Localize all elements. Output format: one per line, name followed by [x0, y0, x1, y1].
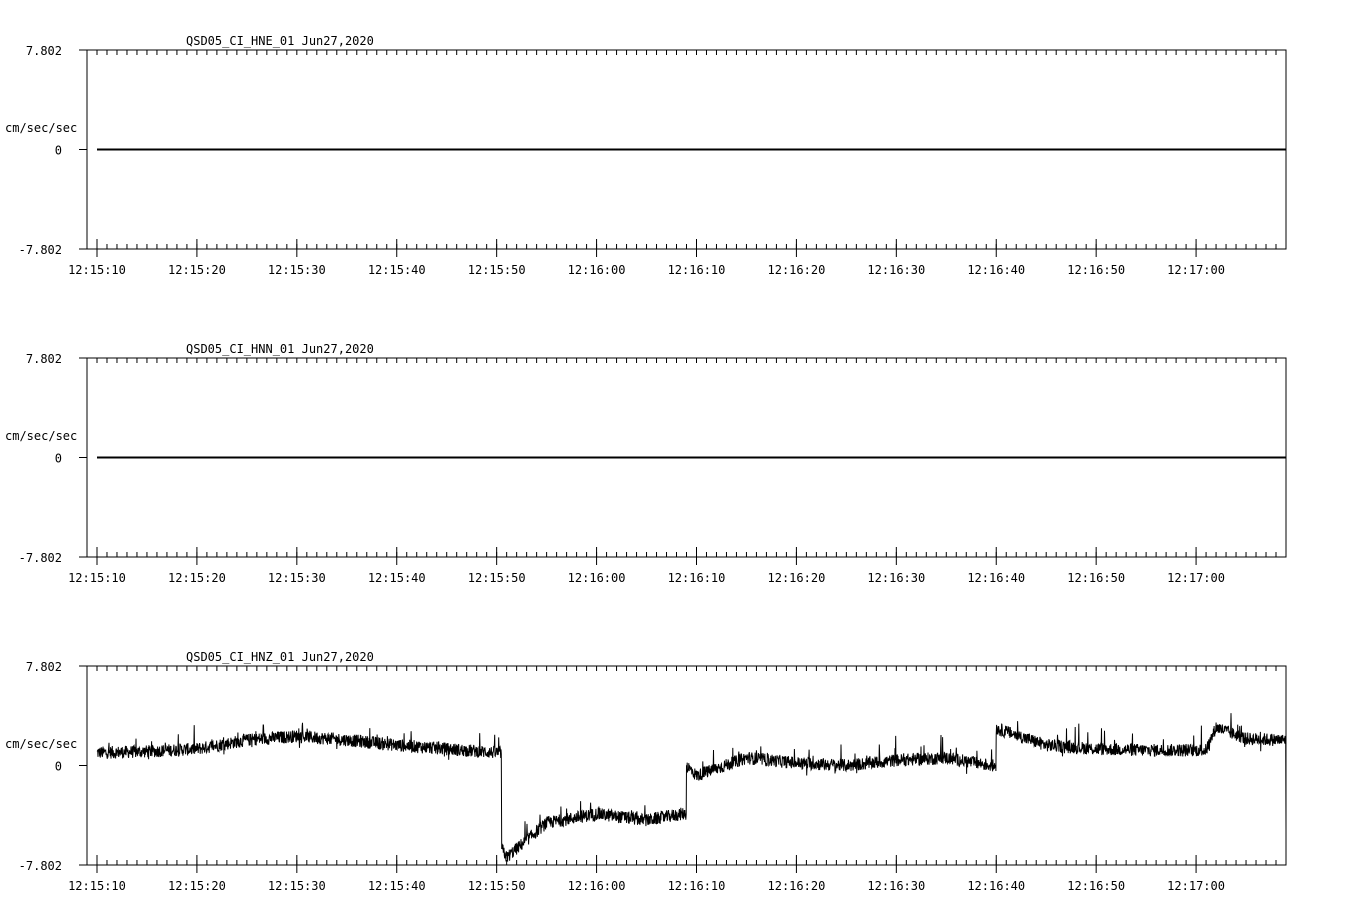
- x-tick-label: 12:16:20: [768, 571, 826, 585]
- x-tick-label: 12:16:40: [967, 263, 1025, 277]
- chart-panel-2: 12:15:10 12:15:20 12:15:30 12:15:40 12:15:50…: [5, 342, 1287, 585]
- x-tick-label: 12:17:00: [1167, 263, 1225, 277]
- x-tick-label: 12:17:00: [1167, 571, 1225, 585]
- x-tick-label: 12:16:10: [668, 879, 726, 893]
- y-min-label: -7.802: [19, 859, 62, 873]
- y-zero-label: 0: [55, 452, 62, 466]
- x-tick-label: 12:15:40: [368, 571, 426, 585]
- x-tick-label: 12:16:00: [568, 263, 626, 277]
- x-tick-label: 12:15:10: [68, 879, 126, 893]
- x-tick-label: 12:15:30: [268, 879, 326, 893]
- x-tick-label: 12:16:50: [1067, 571, 1125, 585]
- x-tick-label: 12:16:30: [867, 263, 925, 277]
- y-zero-label: 0: [55, 144, 62, 158]
- chart-panel-3: 12:15:10 12:15:20 12:15:30 12:15:40 12:15:50…: [5, 650, 1287, 893]
- y-units-label: cm/sec/sec: [5, 737, 77, 751]
- y-max-label: 7.802: [26, 352, 62, 366]
- x-tick-label: 12:16:40: [967, 879, 1025, 893]
- seismogram-figure: 12:15:10 12:15:20 12:15:30 12:15:40 12:15:50…: [5, 34, 1287, 893]
- x-tick-label: 12:15:50: [468, 263, 526, 277]
- x-tick-label: 12:15:20: [168, 571, 226, 585]
- y-units-label: cm/sec/sec: [5, 429, 77, 443]
- y-max-label: 7.802: [26, 44, 62, 58]
- panel-title: QSD05_CI_HNE_01 Jun27,2020: [186, 34, 374, 48]
- x-tick-label: 12:16:00: [568, 571, 626, 585]
- x-tick-label: 12:15:30: [268, 263, 326, 277]
- x-tick-label: 12:15:10: [68, 571, 126, 585]
- x-tick-label: 12:16:20: [768, 879, 826, 893]
- x-tick-label: 12:16:00: [568, 879, 626, 893]
- x-tick-label: 12:16:50: [1067, 263, 1125, 277]
- x-tick-label: 12:15:50: [468, 571, 526, 585]
- x-tick-label: 12:15:20: [168, 263, 226, 277]
- x-tick-label: 12:15:50: [468, 879, 526, 893]
- y-units-label: cm/sec/sec: [5, 121, 77, 135]
- y-zero-label: 0: [55, 760, 62, 774]
- panel-title: QSD05_CI_HNZ_01 Jun27,2020: [186, 650, 374, 664]
- x-tick-label: 12:15:40: [368, 879, 426, 893]
- y-min-label: -7.802: [19, 243, 62, 257]
- x-tick-label: 12:15:10: [68, 263, 126, 277]
- x-tick-label: 12:16:30: [867, 879, 925, 893]
- panel-title: QSD05_CI_HNN_01 Jun27,2020: [186, 342, 374, 356]
- x-tick-label: 12:15:30: [268, 571, 326, 585]
- x-tick-label: 12:17:00: [1167, 879, 1225, 893]
- x-tick-label: 12:16:30: [867, 571, 925, 585]
- y-max-label: 7.802: [26, 660, 62, 674]
- x-tick-label: 12:15:40: [368, 263, 426, 277]
- x-tick-label: 12:15:20: [168, 879, 226, 893]
- x-tick-label: 12:16:50: [1067, 879, 1125, 893]
- chart-panel-1: 12:15:10 12:15:20 12:15:30 12:15:40 12:15:50…: [5, 34, 1287, 277]
- y-min-label: -7.802: [19, 551, 62, 565]
- series-trace-3: [96, 713, 1287, 862]
- x-tick-label: 12:16:40: [967, 571, 1025, 585]
- x-tick-label: 12:16:10: [668, 571, 726, 585]
- x-tick-label: 12:16:10: [668, 263, 726, 277]
- x-tick-label: 12:16:20: [768, 263, 826, 277]
